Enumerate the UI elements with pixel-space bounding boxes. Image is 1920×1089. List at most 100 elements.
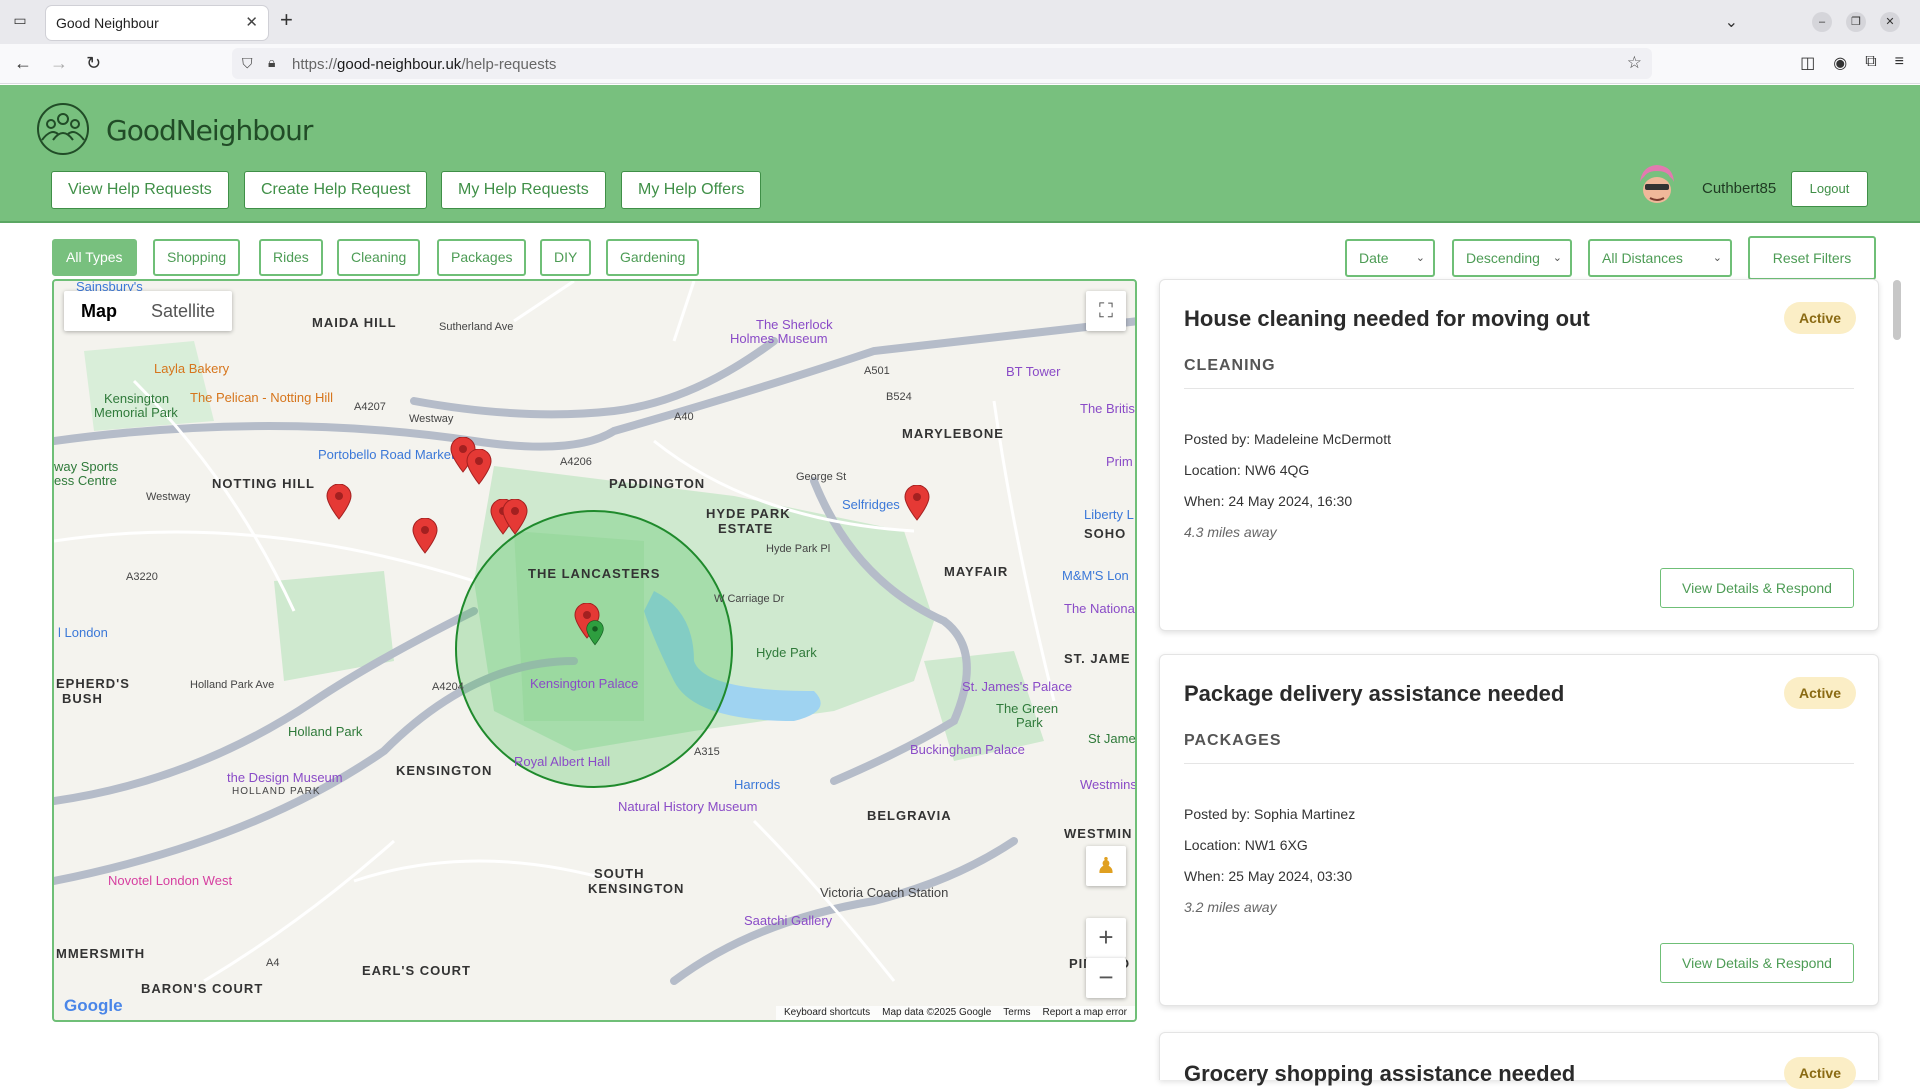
filter-packages[interactable]: Packages [437, 239, 527, 276]
account-icon[interactable]: ◉ [1833, 53, 1847, 73]
map-road: A3220 [126, 571, 158, 583]
close-tab-icon[interactable]: ✕ [245, 13, 258, 31]
map-road: A40 [674, 411, 694, 423]
new-tab-icon[interactable]: + [280, 9, 293, 31]
request-pin-icon[interactable] [502, 499, 528, 535]
forward-icon[interactable]: → [50, 53, 68, 73]
map-place: Kensington [104, 391, 170, 406]
request-category: CLEANING [1184, 357, 1276, 374]
filter-cleaning[interactable]: Cleaning [337, 239, 421, 276]
request-title: Package delivery assistance needed [1184, 681, 1565, 706]
logo-people-icon[interactable] [36, 102, 90, 156]
map-place: St Jame [1088, 731, 1136, 746]
map-place: Saatchi Gallery [744, 913, 833, 928]
map-type-satellite-button[interactable]: Satellite [134, 291, 232, 331]
map-type-map-button[interactable]: Map [64, 291, 134, 331]
sort-by-select[interactable]: Date ⌄ [1345, 239, 1435, 277]
reset-filters-button[interactable]: Reset Filters [1748, 236, 1876, 280]
request-distance: 3.2 miles away [1184, 899, 1277, 915]
map-place: Park [1016, 715, 1043, 730]
shield-icon[interactable]: ⛉ [242, 55, 253, 72]
chevron-down-icon: ⌄ [1712, 252, 1722, 264]
view-details-respond-button[interactable]: View Details & Respond [1660, 568, 1854, 608]
google-logo: Google [64, 996, 123, 1015]
terms-link[interactable]: Terms [1003, 1006, 1030, 1020]
extensions-icon[interactable]: ⧉ [1865, 53, 1876, 73]
map[interactable]: MAIDA HILL NOTTING HILL PADDINGTON HYDE … [52, 279, 1137, 1022]
reload-icon[interactable]: ↻ [86, 53, 101, 73]
my-help-requests-button[interactable]: My Help Requests [441, 171, 606, 209]
chevron-down-icon: ⌄ [1415, 252, 1425, 264]
map-place: Kensington Palace [530, 676, 639, 691]
map-label: EPHERD'S [56, 676, 130, 691]
request-pin-icon[interactable] [466, 449, 492, 485]
map-place: Buckingham Palace [910, 742, 1025, 757]
tab-list-icon[interactable]: ▭ [10, 12, 30, 32]
browser-nav-bar: ← → ↻ ⛉ 🔒︎ https://good-neighbour.uk/hel… [0, 44, 1920, 84]
filter-all-types[interactable]: All Types [52, 239, 137, 276]
street-view-pegman-icon[interactable]: ♟ [1086, 846, 1126, 886]
filter-shopping[interactable]: Shopping [153, 239, 241, 276]
map-road: Holland Park Ave [190, 679, 275, 691]
divider [1184, 388, 1854, 389]
minimize-icon[interactable]: – [1812, 12, 1832, 32]
map-label: BUSH [62, 691, 103, 706]
browser-tab-bar: ▭ Good Neighbour ✕ + ⌄ – ❐ ✕ [0, 0, 1920, 44]
restore-icon[interactable]: ❐ [1846, 12, 1866, 32]
my-help-offers-button[interactable]: My Help Offers [621, 171, 762, 209]
map-label: PADDINGTON [609, 476, 706, 491]
map-label: SOHO [1084, 526, 1127, 541]
map-road: A4206 [560, 456, 592, 468]
report-error-link[interactable]: Report a map error [1043, 1006, 1127, 1020]
logout-button[interactable]: Logout [1791, 171, 1868, 207]
request-posted-by: Posted by: Madeleine McDermott [1184, 431, 1391, 447]
close-window-icon[interactable]: ✕ [1880, 12, 1900, 32]
back-icon[interactable]: ← [14, 53, 32, 73]
view-help-requests-button[interactable]: View Help Requests [51, 171, 229, 209]
create-help-request-button[interactable]: Create Help Request [244, 171, 428, 209]
map-label: WESTMIN [1064, 826, 1133, 841]
order-select[interactable]: Descending ⌄ [1452, 239, 1572, 277]
avatar[interactable] [1632, 160, 1682, 210]
distance-select[interactable]: All Distances ⌄ [1588, 239, 1732, 277]
request-pin-icon[interactable] [412, 518, 438, 554]
chevron-down-icon: ⌄ [1552, 252, 1562, 264]
map-road: Westway [409, 413, 454, 425]
menu-icon[interactable]: ≡ [1895, 53, 1904, 73]
map-place: Portobello Road Market [318, 447, 455, 462]
map-place: Natural History Museum [618, 799, 758, 814]
status-badge: Active [1784, 677, 1856, 709]
site-logo-text[interactable]: GoodNeighbour [106, 114, 313, 147]
bookmark-star-icon[interactable]: ☆ [1627, 53, 1642, 73]
map-place: ess Centre [54, 473, 117, 488]
url-bar[interactable]: ⛉ 🔒︎ https://good-neighbour.uk/help-requ… [232, 48, 1652, 79]
fullscreen-icon[interactable]: ⛶ [1086, 291, 1126, 331]
map-road: B524 [886, 391, 912, 403]
map-place: St. James's Palace [962, 679, 1073, 694]
map-road: A501 [864, 365, 890, 377]
map-road: Sutherland Ave [439, 321, 514, 333]
filter-diy[interactable]: DIY [540, 239, 592, 276]
user-location-pin-icon[interactable] [586, 619, 604, 647]
map-place: way Sports [54, 459, 119, 474]
request-pin-icon[interactable] [326, 484, 352, 520]
lock-icon[interactable]: 🔒︎ [268, 54, 275, 71]
keyboard-shortcuts-link[interactable]: Keyboard shortcuts [784, 1006, 870, 1020]
url-text[interactable]: https://good-neighbour.uk/help-requests [292, 56, 556, 73]
request-when: When: 25 May 2024, 03:30 [1184, 868, 1353, 884]
request-pin-icon[interactable] [904, 485, 930, 521]
zoom-out-icon[interactable]: − [1086, 958, 1126, 998]
view-details-respond-button[interactable]: View Details & Respond [1660, 943, 1854, 983]
filter-rides[interactable]: Rides [259, 239, 323, 276]
scrollbar[interactable] [1893, 280, 1901, 340]
request-card: House cleaning needed for moving out Act… [1159, 279, 1879, 631]
filter-gardening[interactable]: Gardening [606, 239, 700, 276]
map-place: The Green [996, 701, 1059, 716]
pocket-icon[interactable]: ◫ [1800, 53, 1815, 73]
request-location: Location: NW6 4QG [1184, 462, 1310, 478]
map-label: EARL'S COURT [362, 963, 471, 978]
map-place: Prim [1106, 454, 1133, 469]
browser-tab[interactable]: Good Neighbour ✕ [46, 6, 268, 40]
tab-overflow-chevron-icon[interactable]: ⌄ [1725, 12, 1738, 32]
zoom-in-icon[interactable]: + [1086, 918, 1126, 958]
